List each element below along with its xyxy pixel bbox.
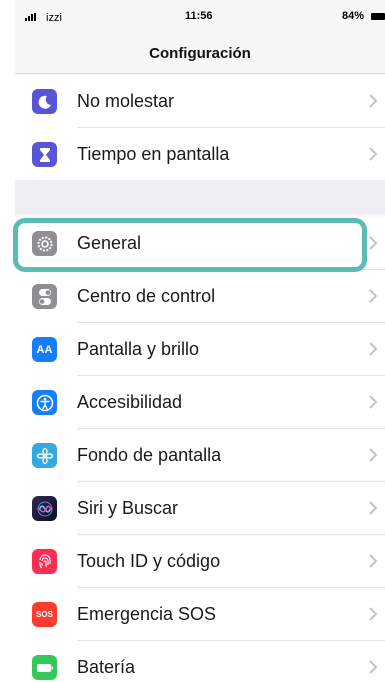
battery-icon <box>32 655 57 680</box>
status-bar: izzi 11:56 84% <box>15 0 385 36</box>
icon-glyph: AA <box>36 343 53 356</box>
signal-icon <box>25 13 36 21</box>
chevron-right-icon <box>369 395 378 409</box>
chevron-right-icon <box>369 554 378 568</box>
left-margin <box>0 0 15 682</box>
section-separator <box>15 180 385 214</box>
sos-icon: SOS <box>32 602 57 627</box>
toggles-icon <box>32 284 57 309</box>
battery-percent: 84% <box>342 10 365 22</box>
siri-icon <box>32 496 57 521</box>
row-label: Pantalla y brillo <box>77 339 200 359</box>
row-label: Emergencia SOS <box>77 604 217 624</box>
row-emergencia-sos[interactable]: SOS Emergencia SOS <box>15 588 385 641</box>
clock: 11:56 <box>185 10 213 22</box>
gear-icon <box>32 231 57 256</box>
settings-group-top: No molestar Tiempo en pantalla <box>15 75 385 181</box>
row-label: No molestar <box>77 91 175 111</box>
row-pantalla-y-brillo[interactable]: AA Pantalla y brillo <box>15 323 385 376</box>
chevron-right-icon <box>369 94 378 108</box>
row-label: Centro de control <box>77 286 216 306</box>
battery-status-icon <box>371 13 385 20</box>
chevron-right-icon <box>369 289 378 303</box>
chevron-right-icon <box>369 342 378 356</box>
hourglass-icon <box>32 142 57 167</box>
row-label: General <box>77 233 142 253</box>
chevron-right-icon <box>369 236 378 250</box>
row-label: Touch ID y código <box>77 551 221 571</box>
chevron-right-icon <box>369 607 378 621</box>
carrier-label: izzi <box>46 12 62 24</box>
row-label: Accesibilidad <box>77 392 183 412</box>
row-bateria[interactable]: Batería <box>15 641 385 682</box>
row-centro-de-control[interactable]: Centro de control <box>15 270 385 323</box>
row-accesibilidad[interactable]: Accesibilidad <box>15 376 385 429</box>
row-label: Batería <box>77 657 136 677</box>
chevron-right-icon <box>369 660 378 674</box>
text-size-icon: AA <box>32 337 57 362</box>
row-siri-y-buscar[interactable]: Siri y Buscar <box>15 482 385 535</box>
chevron-right-icon <box>369 448 378 462</box>
settings-group-main: General Centro de control AA Pantalla y … <box>15 217 385 682</box>
row-label: Fondo de pantalla <box>77 445 222 465</box>
row-tiempo-en-pantalla[interactable]: Tiempo en pantalla <box>15 128 385 181</box>
row-no-molestar[interactable]: No molestar <box>15 75 385 128</box>
row-label: Tiempo en pantalla <box>77 144 230 164</box>
row-label: Siri y Buscar <box>77 498 179 518</box>
chevron-right-icon <box>369 147 378 161</box>
flower-icon <box>32 443 57 468</box>
icon-glyph: SOS <box>36 610 53 619</box>
page-title: Configuración <box>15 36 385 74</box>
settings-screen: izzi 11:56 84% Configuración No molestar… <box>0 0 385 682</box>
accessibility-icon <box>32 390 57 415</box>
moon-icon <box>32 89 57 114</box>
row-general[interactable]: General <box>15 217 385 270</box>
row-touch-id[interactable]: Touch ID y código <box>15 535 385 588</box>
fingerprint-icon <box>32 549 57 574</box>
row-fondo-de-pantalla[interactable]: Fondo de pantalla <box>15 429 385 482</box>
chevron-right-icon <box>369 501 378 515</box>
